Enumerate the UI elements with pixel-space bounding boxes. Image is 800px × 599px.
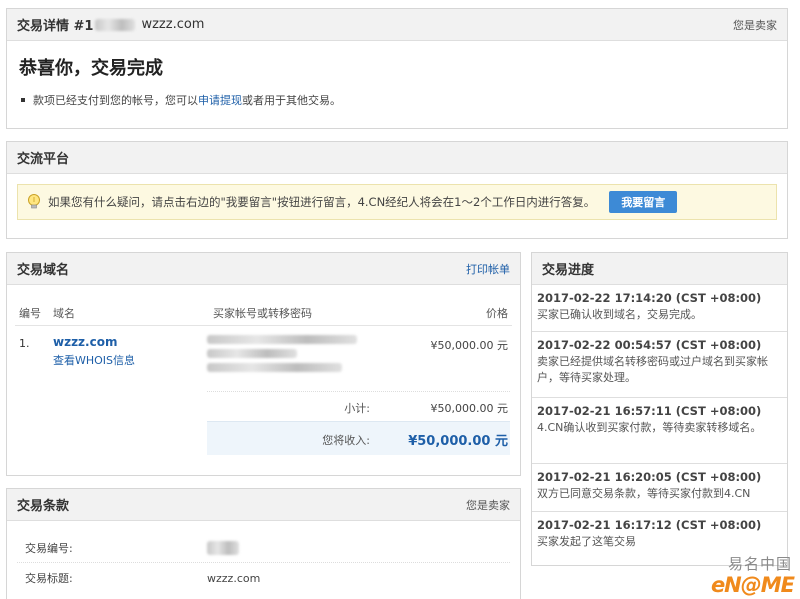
bullet-icon [21,98,25,102]
subtotal-value: ¥50,000.00 元 [430,402,508,415]
progress-item: 2017-02-21 16:57:11 (CST +08:00) 4.CN确认收… [532,398,787,464]
row-domain-link[interactable]: wzzz.com [53,335,117,349]
progress-text: 卖家已经提供域名转移密码或过户域名到买家帐户，等待买家处理。 [537,355,768,384]
congrats-heading: 恭喜你，交易完成 [19,58,163,79]
receive-row: 您将收入: ¥50,000.00 元 [207,421,510,455]
row-no: 1. [19,337,30,350]
watermark-logo: eN@ME [710,573,795,597]
term-title-label: 交易标题: [25,572,73,585]
progress-time: 2017-02-22 17:14:20 (CST +08:00) [537,291,762,305]
term-id-label: 交易编号: [25,542,73,555]
receive-value: ¥50,000.00 元 [408,434,508,449]
col-no-header: 编号 [19,307,41,320]
exchange-panel: 交流平台 如果您有什么疑问，请点击右边的"我要留言"按钮进行留言，4.CN经纪人… [6,141,788,239]
progress-text: 双方已同意交易条款，等待买家付款到4.CN [537,487,751,500]
col-domain-header: 域名 [53,307,75,320]
term-id-row: 交易编号: [17,534,510,562]
domain-panel-header: 交易域名 打印帐单 [7,253,520,285]
role-badge: 您是卖家 [733,18,777,32]
watermark-cn-text: 易名中国 [727,555,792,573]
transaction-title-domain: wzzz.com [141,17,205,32]
progress-item: 2017-02-21 16:20:05 (CST +08:00) 双方已同意交易… [532,464,787,512]
domain-panel: 交易域名 打印帐单 编号 域名 买家帐号或转移密码 价格 1. wzzz.com… [6,252,521,476]
term-title-row: 交易标题: wzzz.com [17,564,510,592]
progress-text: 4.CN确认收到买家付款，等待卖家转移域名。 [537,421,762,434]
transaction-detail-header: 交易详情 #1 wzzz.com 您是卖家 [7,9,787,41]
lightbulb-icon [28,194,40,209]
progress-title: 交易进度 [542,263,595,278]
terms-header: 交易条款 您是卖家 [7,489,520,521]
progress-header: 交易进度 [532,253,787,285]
progress-text: 买家发起了这笔交易 [537,535,636,548]
payment-note: 款项已经支付到您的帐号，您可以 申请提现 或者用于其他交易。 [21,92,787,108]
redacted-transaction-id [95,18,136,31]
progress-time: 2017-02-21 16:17:12 (CST +08:00) [537,518,762,532]
leave-message-button[interactable]: 我要留言 [609,191,678,213]
receive-label: 您将收入: [322,434,370,447]
withdraw-link[interactable]: 申请提现 [198,92,242,108]
transaction-title-prefix: 交易详情 #1 [17,19,94,34]
whois-link[interactable]: 查看WHOIS信息 [53,352,135,368]
term-title-value: wzzz.com [207,571,261,585]
col-price-header: 价格 [486,307,508,320]
progress-text: 买家已确认收到域名，交易完成。 [537,308,702,321]
terms-role: 您是卖家 [466,498,510,512]
transaction-title: 交易详情 #1 wzzz.com [17,15,204,34]
terms-panel: 交易条款 您是卖家 交易编号: 交易标题: wzzz.com [6,488,521,599]
progress-time: 2017-02-21 16:57:11 (CST +08:00) [537,404,762,418]
row-price: ¥50,000.00 元 [430,339,508,352]
progress-time: 2017-02-22 00:54:57 (CST +08:00) [537,338,762,352]
payment-note-text: 款项已经支付到您的帐号，您可以 [33,94,198,107]
notice-box: 如果您有什么疑问，请点击右边的"我要留言"按钮进行留言，4.CN经纪人将会在1～… [17,184,777,220]
table-divider [15,325,512,326]
redacted-buyer-account [207,335,357,372]
exchange-title: 交流平台 [17,152,70,167]
progress-item: 2017-02-22 17:14:20 (CST +08:00) 买家已确认收到… [532,285,787,332]
terms-title: 交易条款 [17,499,70,514]
print-bill-link[interactable]: 打印帐单 [466,261,510,277]
subtotal-label: 小计: [344,402,370,415]
subtotal-row: 小计: ¥50,000.00 元 [207,391,510,421]
transaction-detail-panel: 交易详情 #1 wzzz.com 您是卖家 恭喜你，交易完成 款项已经支付到您的… [6,8,788,129]
domain-panel-title: 交易域名 [17,263,70,278]
notice-text: 如果您有什么疑问，请点击右边的"我要留言"按钮进行留言，4.CN经纪人将会在1～… [48,195,596,209]
progress-panel: 交易进度 2017-02-22 17:14:20 (CST +08:00) 买家… [531,252,788,566]
ename-watermark: 易名中国 eN@ME [686,553,796,597]
payment-note-tail: 或者用于其他交易。 [242,94,341,107]
col-buyer-header: 买家帐号或转移密码 [213,307,312,320]
progress-item: 2017-02-22 00:54:57 (CST +08:00) 卖家已经提供域… [532,332,787,398]
progress-time: 2017-02-21 16:20:05 (CST +08:00) [537,470,762,484]
redacted-trade-id [207,541,239,555]
exchange-header: 交流平台 [7,142,787,174]
term-divider [17,562,510,563]
